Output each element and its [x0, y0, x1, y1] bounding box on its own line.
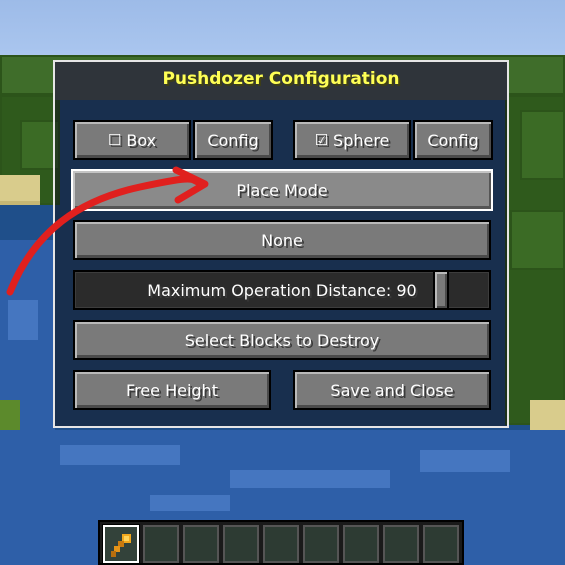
box-toggle-label: Box	[126, 130, 157, 150]
free-height-button[interactable]: Free Height	[73, 370, 271, 410]
dialog-title: Pushdozer Configuration	[162, 69, 400, 89]
hotbar-slot[interactable]	[183, 525, 219, 563]
max-operation-distance-slider[interactable]: Maximum Operation Distance: 90	[73, 270, 491, 310]
save-and-close-button[interactable]: Save and Close	[293, 370, 491, 410]
hotbar-slot[interactable]	[303, 525, 339, 563]
dialog-header: Pushdozer Configuration	[55, 62, 507, 100]
hotbar-slot[interactable]	[223, 525, 259, 563]
pushdozer-tool-icon	[111, 534, 131, 557]
slider-label: Maximum Operation Distance: 90	[147, 280, 417, 300]
hotbar-slot[interactable]	[103, 525, 139, 563]
sphere-toggle-button[interactable]: ☑ Sphere	[293, 120, 411, 160]
hotbar-slot[interactable]	[143, 525, 179, 563]
place-mode-button[interactable]: Place Mode	[71, 169, 493, 211]
sphere-toggle-label: Sphere	[333, 130, 390, 150]
select-blocks-label: Select Blocks to Destroy	[184, 330, 380, 350]
box-config-button[interactable]: Config	[193, 120, 273, 160]
box-toggle-button[interactable]: ☐ Box	[73, 120, 191, 160]
sphere-config-label: Config	[427, 130, 479, 150]
hotbar-slot[interactable]	[383, 525, 419, 563]
checkbox-checked-icon: ☑	[314, 131, 329, 149]
hotbar-slot[interactable]	[343, 525, 379, 563]
sphere-config-button[interactable]: Config	[413, 120, 493, 160]
box-config-label: Config	[207, 130, 259, 150]
place-mode-label: Place Mode	[236, 180, 328, 200]
slider-handle[interactable]	[433, 270, 449, 310]
hotbar-slot[interactable]	[263, 525, 299, 563]
none-button[interactable]: None	[73, 220, 491, 260]
hotbar-slot[interactable]	[423, 525, 459, 563]
none-label: None	[261, 230, 303, 250]
select-blocks-button[interactable]: Select Blocks to Destroy	[73, 320, 491, 360]
free-height-label: Free Height	[126, 380, 218, 400]
hotbar	[98, 520, 464, 565]
checkbox-unchecked-icon: ☐	[107, 131, 122, 149]
save-and-close-label: Save and Close	[330, 380, 454, 400]
